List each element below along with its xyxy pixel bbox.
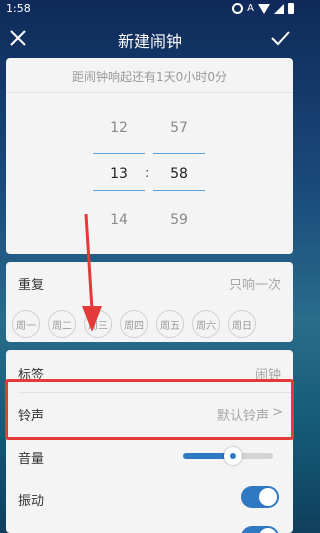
- time-separator: :: [145, 166, 150, 181]
- confirm-icon[interactable]: [268, 26, 292, 50]
- minute-prev[interactable]: 57: [153, 120, 205, 136]
- hour-prev[interactable]: 12: [93, 120, 145, 136]
- status-time: 1:58: [6, 2, 31, 15]
- hour-selected[interactable]: 13: [93, 166, 145, 182]
- next-toggle[interactable]: [241, 526, 279, 533]
- battery-icon: [288, 3, 294, 14]
- hour-line-bottom: [93, 190, 145, 191]
- minute-line-bottom: [153, 190, 205, 191]
- countdown-text: 距闹钟响起还有1天0小时0分: [72, 70, 227, 84]
- day-tue[interactable]: 周二: [48, 310, 76, 338]
- minute-line-top: [153, 153, 205, 154]
- app-bar: 新建闹钟: [0, 18, 300, 58]
- a-icon: A: [247, 3, 254, 14]
- volume-slider-thumb[interactable]: [223, 447, 242, 465]
- repeat-value[interactable]: 只响一次: [229, 274, 281, 293]
- weekday-selector: 周一 周二 周三 周四 周五 周六 周日: [12, 310, 256, 338]
- toggle-knob: [259, 528, 277, 533]
- settings-icon: [232, 3, 244, 14]
- toggle-knob: [259, 488, 277, 506]
- day-fri[interactable]: 周五: [156, 310, 184, 338]
- day-sun[interactable]: 周日: [228, 310, 256, 338]
- repeat-label: 重复: [18, 278, 45, 293]
- minute-next[interactable]: 59: [153, 212, 205, 228]
- day-thu[interactable]: 周四: [120, 310, 148, 338]
- vibrate-toggle[interactable]: [241, 486, 279, 508]
- status-icons: A: [232, 3, 294, 14]
- repeat-card: 重复 只响一次 周一 周二 周三 周四 周五 周六 周日: [6, 262, 293, 342]
- annotation-arrow-icon: [82, 214, 102, 332]
- settings-card: 标签 闹钟 铃声 默认铃声 > 音量 振动: [6, 350, 293, 533]
- volume-slider[interactable]: [183, 447, 273, 465]
- day-sat[interactable]: 周六: [192, 310, 220, 338]
- wifi-icon: [258, 3, 270, 14]
- divider: [6, 92, 293, 93]
- minute-selected[interactable]: 58: [153, 166, 205, 182]
- hour-line-top: [93, 153, 145, 154]
- status-bar: 1:58 A: [0, 0, 300, 18]
- volume-label: 音量: [18, 452, 45, 467]
- ringtone-highlight: [5, 379, 294, 440]
- signal-icon: [274, 3, 284, 14]
- page-title: 新建闹钟: [117, 32, 182, 51]
- vibrate-label: 振动: [18, 494, 45, 509]
- time-picker-card: 距闹钟响起还有1天0小时0分 12 13 14 : 57 58 59: [6, 58, 293, 254]
- day-mon[interactable]: 周一: [12, 310, 40, 338]
